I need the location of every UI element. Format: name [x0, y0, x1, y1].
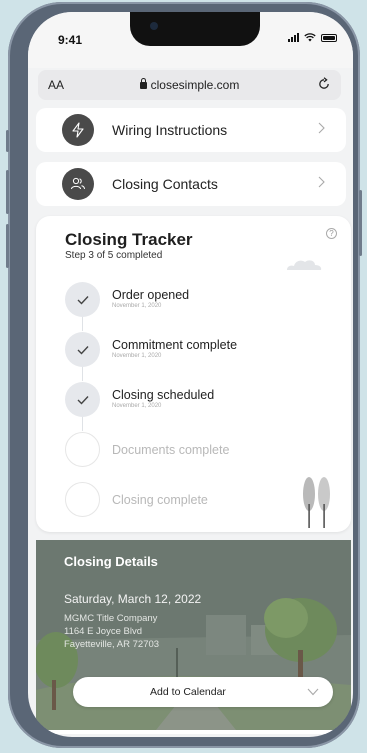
mute-switch — [6, 130, 9, 152]
status-bar: 9:41 — [28, 12, 353, 68]
reload-icon[interactable] — [317, 77, 331, 91]
step-check-circle — [65, 282, 100, 317]
cloud-icon — [287, 260, 322, 270]
lock-icon — [139, 78, 147, 89]
volume-up-button — [6, 170, 9, 214]
volume-down-button — [6, 224, 9, 268]
checkmark-icon — [77, 295, 89, 305]
step-label: Commitment complete — [112, 338, 238, 352]
closing-details-panel: Closing Details Saturday, March 12, 2022… — [36, 540, 351, 730]
details-street: 1164 E Joyce Blvd — [64, 626, 142, 637]
closing-contacts-label: Closing Contacts — [112, 176, 218, 192]
step-empty-circle — [65, 432, 100, 467]
notch — [130, 12, 260, 46]
checkmark-icon — [77, 395, 89, 405]
step-label: Closing scheduled — [112, 388, 215, 402]
battery-icon — [321, 33, 337, 42]
step-check-circle — [65, 332, 100, 367]
signal-icon — [288, 33, 299, 42]
step-empty-circle — [65, 482, 100, 517]
chevron-down-icon — [307, 688, 319, 696]
camera-icon — [150, 22, 158, 30]
phone-frame: 9:41 AA closesimple.com Wiring Instructi… — [6, 2, 362, 748]
step-label: Documents complete — [112, 443, 230, 457]
step-date: November 1, 2020 — [112, 303, 162, 309]
url-display[interactable]: closesimple.com — [38, 78, 341, 92]
step-date: November 1, 2020 — [112, 353, 162, 359]
tracker-step: Commitment complete November 1, 2020 — [65, 332, 335, 370]
tracker-step: Closing scheduled November 1, 2020 — [65, 382, 335, 420]
chevron-right-icon — [318, 122, 325, 134]
closing-tracker-card: Closing Tracker Step 3 of 5 completed ? … — [36, 216, 351, 532]
chevron-right-icon — [318, 176, 325, 188]
contacts-icon — [62, 168, 94, 200]
bottom-tab-bar — [28, 730, 353, 734]
url-text: closesimple.com — [150, 78, 240, 92]
lightning-icon — [62, 114, 94, 146]
status-icons — [288, 33, 337, 42]
details-title: Closing Details — [64, 554, 158, 569]
screen: 9:41 AA closesimple.com Wiring Instructi… — [28, 12, 353, 737]
add-to-calendar-label: Add to Calendar — [150, 686, 226, 698]
details-company: MGMC Title Company — [64, 613, 158, 624]
tracker-step: Documents complete — [65, 432, 335, 470]
address-bar[interactable]: AA closesimple.com — [38, 70, 341, 100]
details-city: Fayetteville, AR 72703 — [64, 639, 160, 650]
step-check-circle — [65, 382, 100, 417]
wiring-instructions-label: Wiring Instructions — [112, 122, 228, 138]
tracker-step: Closing complete — [65, 482, 335, 520]
step-label: Order opened — [112, 288, 190, 302]
tracker-step: Order opened November 1, 2020 — [65, 282, 335, 320]
wifi-icon — [304, 33, 316, 42]
details-date: Saturday, March 12, 2022 — [64, 592, 202, 606]
power-button — [359, 190, 362, 256]
status-time: 9:41 — [58, 33, 83, 47]
trees-icon — [303, 477, 330, 528]
closing-contacts-row[interactable]: Closing Contacts — [36, 162, 346, 206]
step-label: Closing complete — [112, 493, 208, 507]
add-to-calendar-button[interactable]: Add to Calendar — [73, 677, 333, 707]
help-icon[interactable]: ? — [326, 228, 337, 239]
checkmark-icon — [77, 345, 89, 355]
tracker-subtitle: Step 3 of 5 completed — [65, 250, 163, 261]
wiring-instructions-row[interactable]: Wiring Instructions — [36, 108, 346, 152]
step-date: November 1, 2020 — [112, 403, 162, 409]
tracker-title: Closing Tracker — [65, 230, 193, 249]
